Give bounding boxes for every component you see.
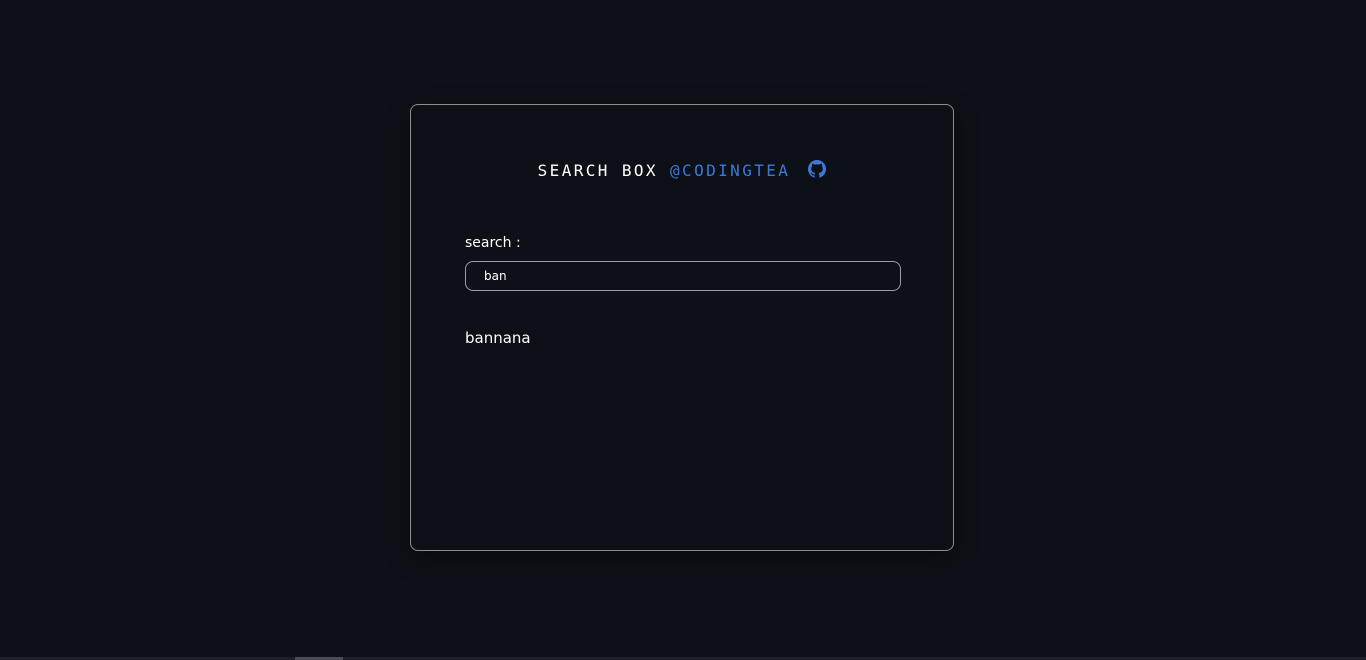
search-input[interactable] [465,261,901,291]
search-card: SEARCH BOX @CODINGTEA search : bannana [410,104,954,551]
results-list: bannana [465,329,531,347]
result-item[interactable]: bannana [465,329,531,347]
title-text: SEARCH BOX [537,161,658,180]
search-label: search : [465,235,521,251]
author-handle-link[interactable]: @CODINGTEA [670,161,790,180]
page-title: SEARCH BOX @CODINGTEA [411,160,953,180]
github-icon[interactable] [808,160,827,178]
